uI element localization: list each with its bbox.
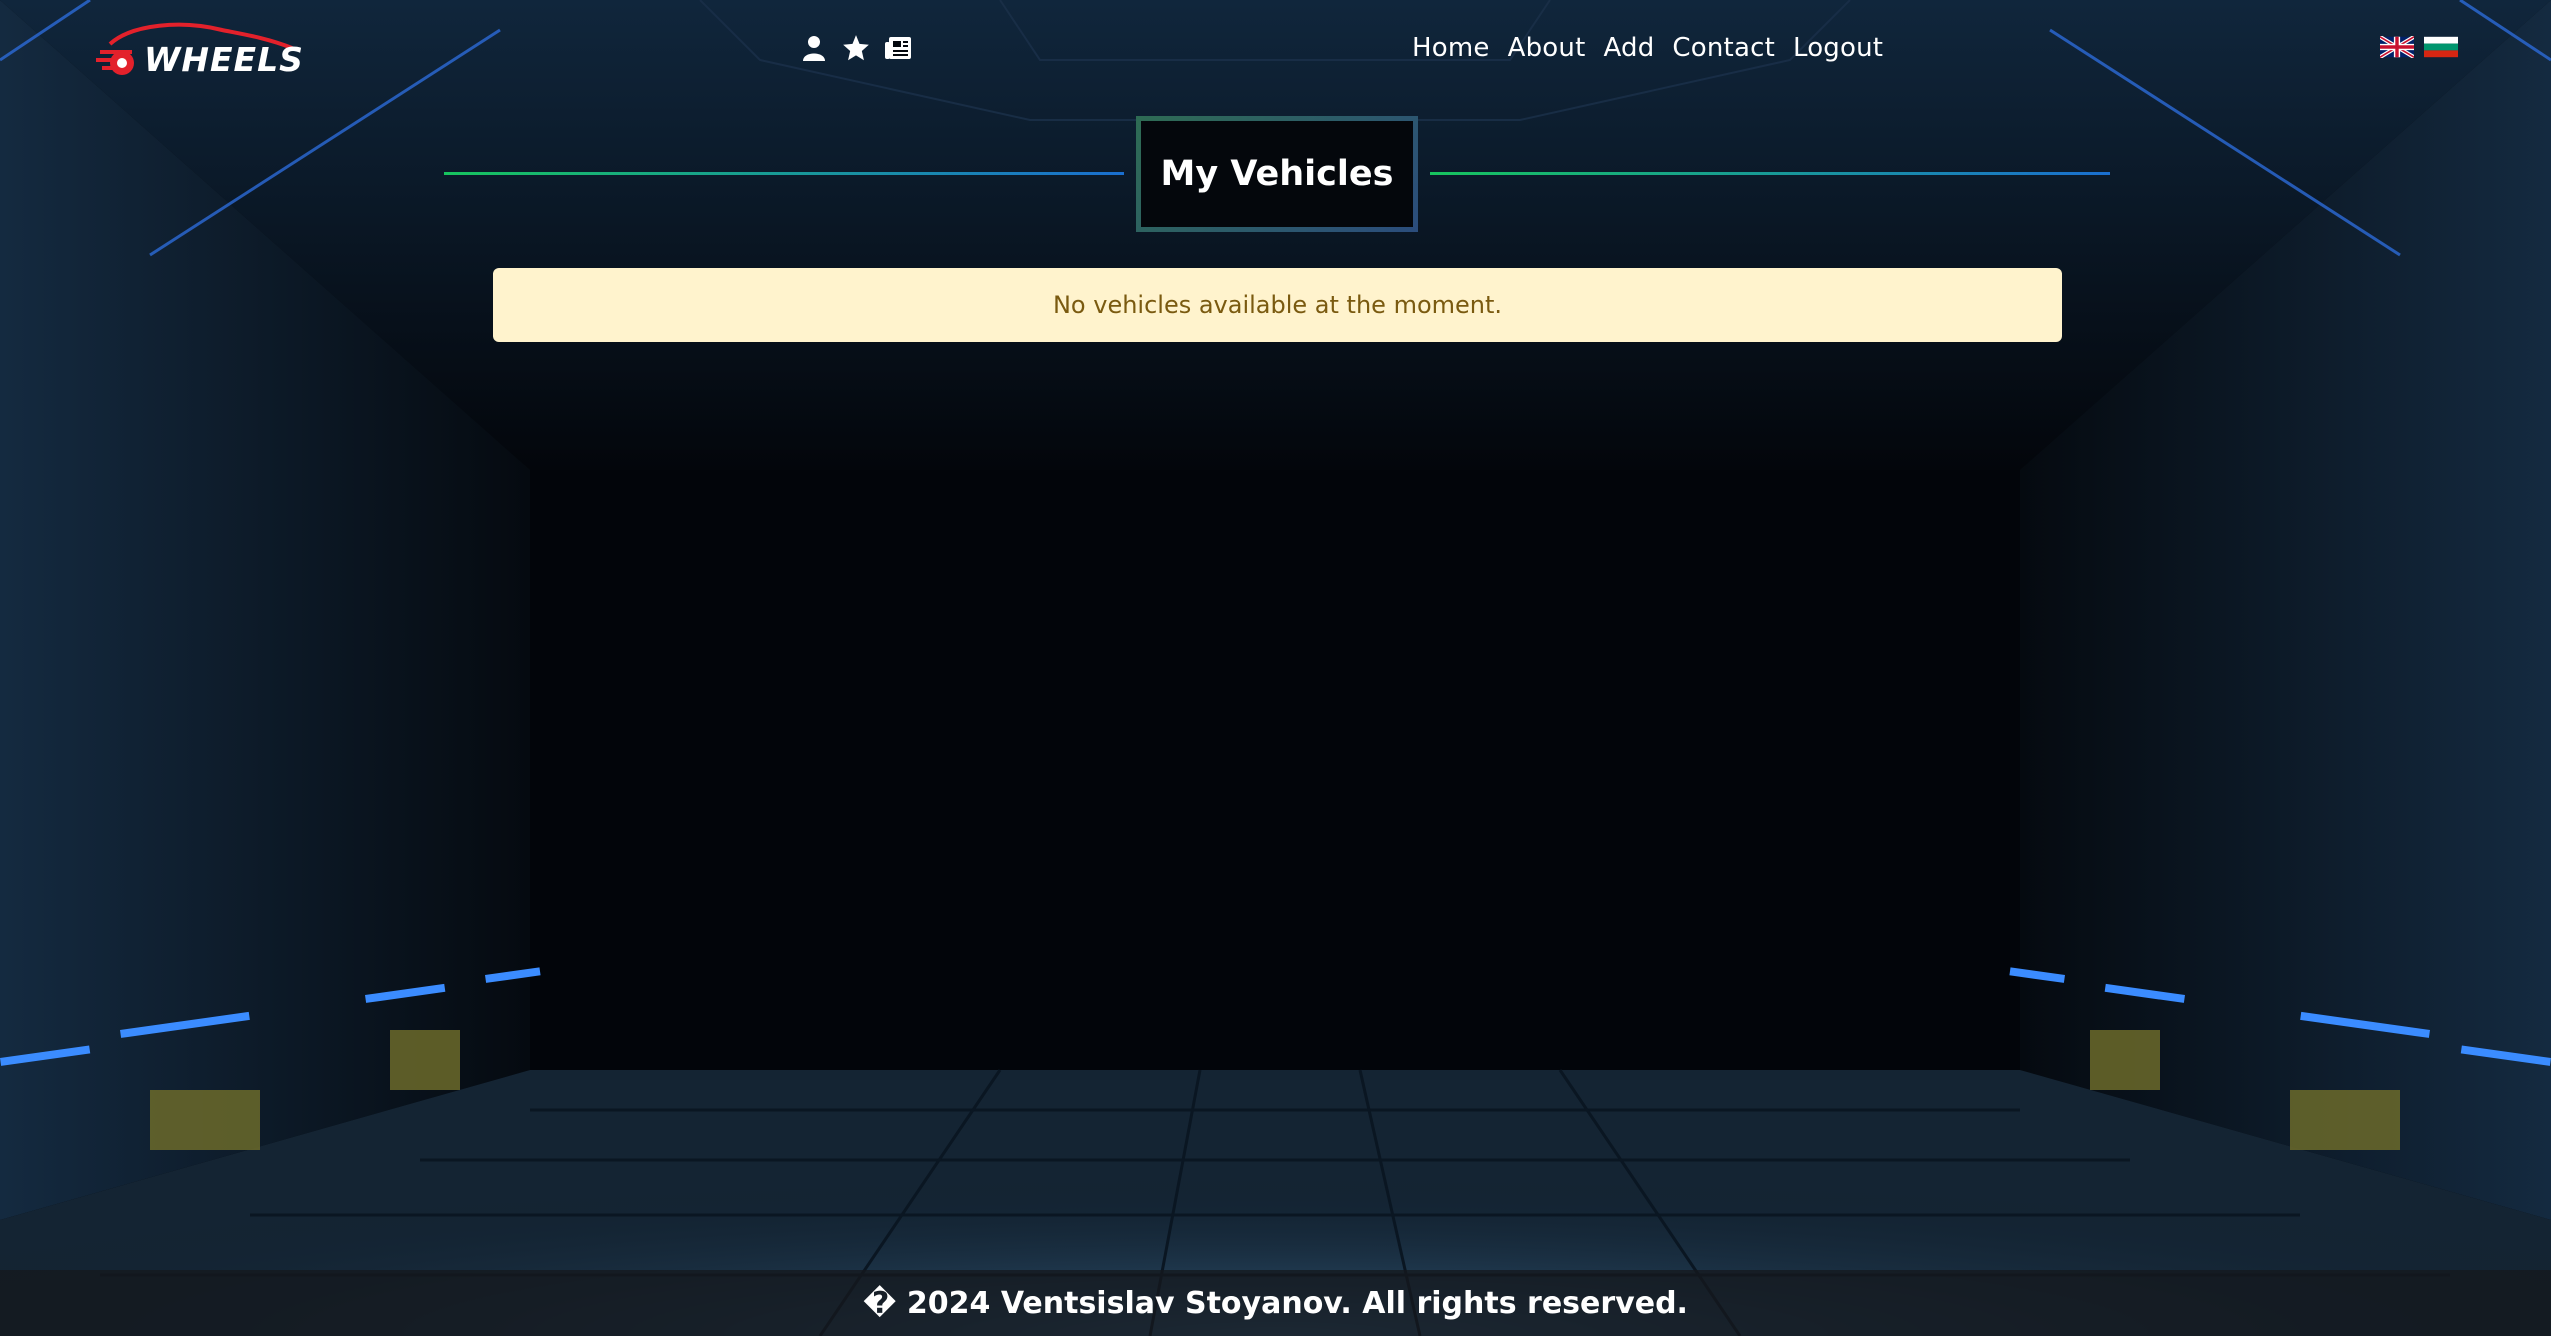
language-switcher	[2380, 36, 2458, 58]
page-title-box: My Vehicles	[1136, 116, 1418, 232]
uk-flag-icon[interactable]	[2380, 36, 2414, 58]
bulgaria-flag-icon[interactable]	[2424, 36, 2458, 58]
footer-copyright: � 2024 Ventsislav Stoyanov. All rights r…	[863, 1285, 1688, 1321]
brand-name: WHEELS	[144, 40, 304, 79]
navbar: WHEELS Home About Add Contact Logout	[0, 0, 2551, 96]
header-icon-group	[800, 30, 912, 66]
star-icon[interactable]	[842, 34, 870, 62]
nav-contact-link[interactable]: Contact	[1672, 33, 1775, 63]
brand-logo[interactable]: WHEELS	[92, 18, 312, 80]
user-icon[interactable]	[800, 34, 828, 62]
title-divider-left	[444, 172, 1124, 175]
nav-home-link[interactable]: Home	[1412, 33, 1490, 63]
nav-add-link[interactable]: Add	[1603, 33, 1654, 63]
page-title: My Vehicles	[1160, 154, 1394, 194]
empty-state-message: No vehicles available at the moment.	[1052, 291, 1503, 319]
nav-logout-link[interactable]: Logout	[1793, 33, 1883, 63]
nav-about-link[interactable]: About	[1508, 33, 1586, 63]
main-nav: Home About Add Contact Logout	[1412, 28, 1883, 68]
title-divider-right	[1430, 172, 2110, 175]
empty-state-alert: No vehicles available at the moment.	[493, 268, 2062, 342]
newspaper-icon[interactable]	[884, 34, 912, 62]
page-title-section: My Vehicles	[444, 116, 2110, 232]
footer: � 2024 Ventsislav Stoyanov. All rights r…	[0, 1270, 2551, 1336]
